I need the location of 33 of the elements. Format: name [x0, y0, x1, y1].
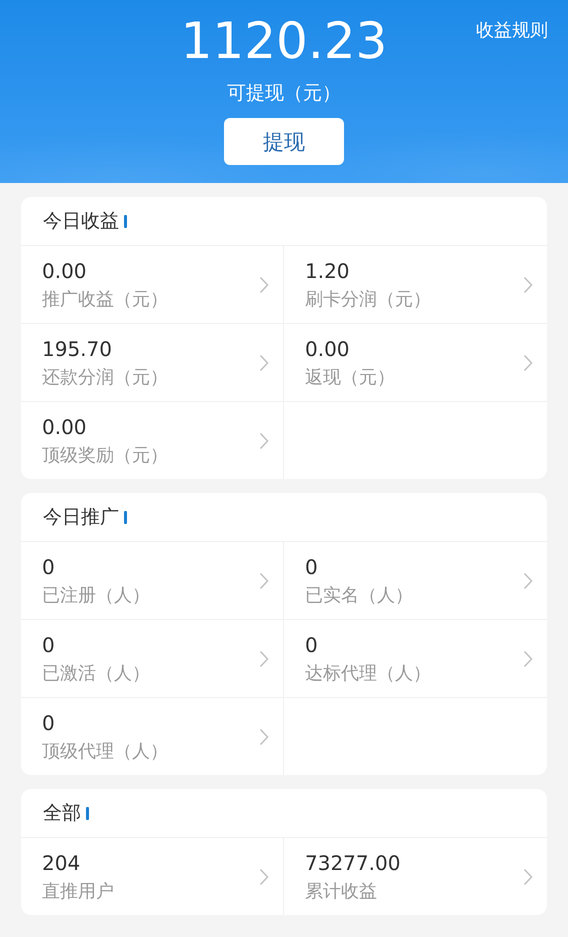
stat-item[interactable]: 0 已注册（人） — [21, 541, 284, 619]
chevron-icon — [259, 354, 269, 372]
section-title: 今日推广 — [43, 505, 119, 530]
stat-item[interactable]: 73277.00 累计收益 — [284, 837, 547, 915]
title-marker — [124, 214, 127, 228]
chevron-icon — [523, 868, 533, 886]
stat-item[interactable]: 195.70 还款分润（元） — [21, 323, 284, 401]
chevron-icon — [259, 728, 269, 746]
title-marker — [124, 510, 127, 524]
stat-item[interactable]: 0 已激活（人） — [21, 619, 284, 697]
balance-amount: 1120.23 — [180, 12, 388, 70]
stat-item[interactable]: 0 达标代理（人） — [284, 619, 547, 697]
stat-item[interactable]: 0 顶级代理（人） — [21, 697, 284, 775]
title-marker — [86, 806, 89, 820]
withdraw-button[interactable]: 提现 — [224, 118, 344, 165]
chevron-icon — [259, 276, 269, 294]
stat-item[interactable]: 0.00 推广收益（元） — [21, 245, 284, 323]
stat-item[interactable]: 204 直推用户 — [21, 837, 284, 915]
section-title: 今日收益 — [43, 209, 119, 234]
chevron-icon — [259, 432, 269, 450]
chevron-icon — [523, 572, 533, 590]
stat-item[interactable]: 0.00 顶级奖励（元） — [21, 401, 284, 479]
stat-item[interactable]: 1.20 刷卡分润（元） — [284, 245, 547, 323]
chevron-icon — [523, 650, 533, 668]
stat-item[interactable]: 0 已实名（人） — [284, 541, 547, 619]
chevron-icon — [259, 868, 269, 886]
section-title: 全部 — [43, 801, 81, 826]
stat-item[interactable]: 0.00 返现（元） — [284, 323, 547, 401]
chevron-icon — [259, 572, 269, 590]
balance-label: 可提现（元） — [227, 81, 341, 106]
chevron-icon — [523, 276, 533, 294]
chevron-icon — [259, 650, 269, 668]
chevron-icon — [523, 354, 533, 372]
